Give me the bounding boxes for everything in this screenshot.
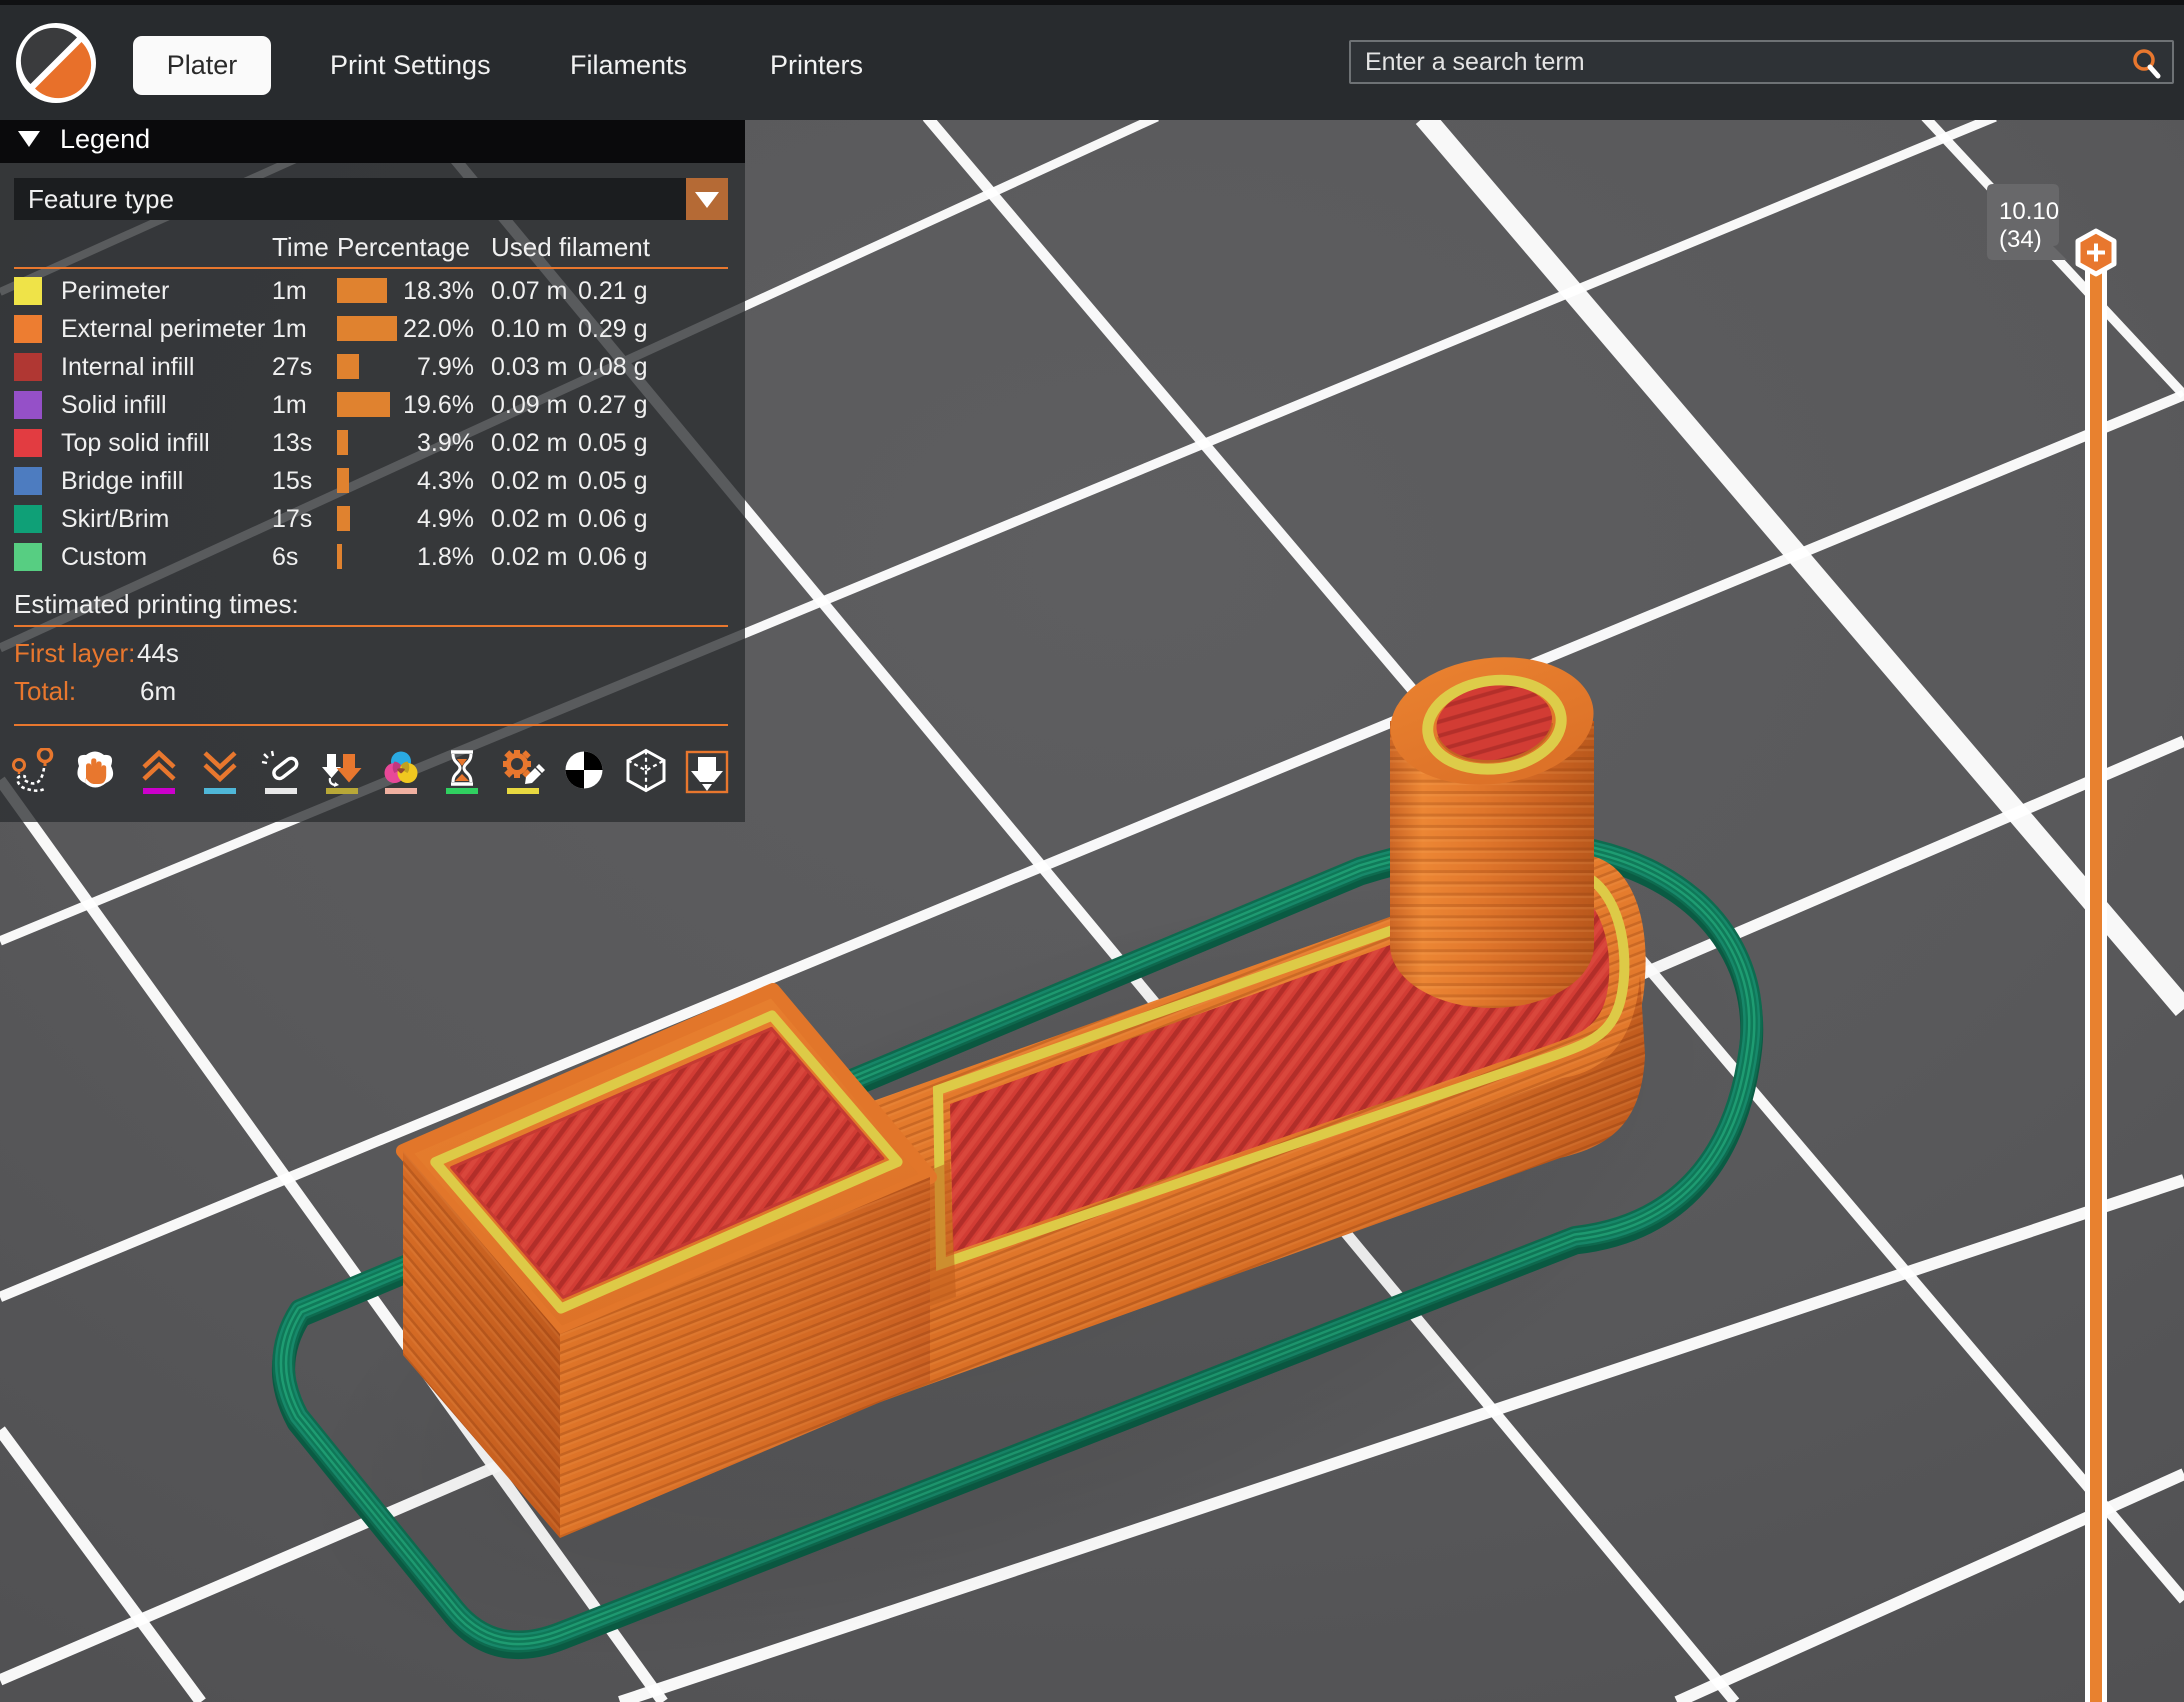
svg-text:10.10: 10.10 — [1999, 198, 2059, 225]
svg-text:(34): (34) — [1999, 226, 2042, 253]
